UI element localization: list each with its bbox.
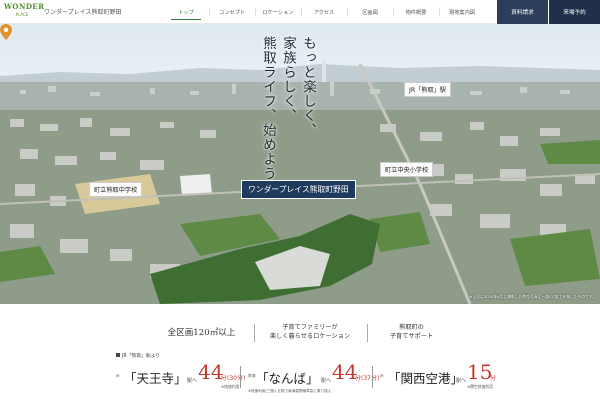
square-bullet-icon xyxy=(116,353,120,357)
label-jr-kumatori-station: JR「熊取」駅 xyxy=(404,82,452,97)
access-to-label: 駅へ xyxy=(321,378,332,384)
access-item-namba: 南海 「なんば」 駅へ 44 分(37分) ※快速利用/三国ヶ丘駅で南海高野線準… xyxy=(248,360,379,396)
access-to-label: 駅へ xyxy=(456,378,467,384)
feature-family-location-line1: 子育てファミリーが xyxy=(282,324,338,331)
document-request-button[interactable]: 資料請求 xyxy=(497,0,548,24)
feature-childcare-support: 熊取町の 子育てサポート xyxy=(369,319,454,345)
access-station-name: 「天王寺」 xyxy=(124,371,187,386)
access-line-prefix: 南海 xyxy=(248,373,256,378)
access-station-name: 「なんば」 xyxy=(256,371,319,386)
access-minutes: 44 xyxy=(332,360,358,384)
nav-concept[interactable]: コンセプト xyxy=(209,0,255,24)
divider xyxy=(367,324,368,342)
feature-strip: 全区画120㎡以上 子育てファミリーが 楽しく暮らせるロケーション 熊取町の 子… xyxy=(0,304,600,348)
feature-family-location: 子育てファミリーが 楽しく暮らせるロケーション xyxy=(255,319,365,345)
access-minutes: 44 xyxy=(198,360,224,384)
label-project-site: ワンダープレイス熊取町野田 xyxy=(241,180,356,199)
photo-disclaimer: ※上記は2020年6月に撮影した航空写真に一部CG加工を施したものです。 xyxy=(469,294,596,299)
divider xyxy=(372,366,373,388)
label-kumatori-junior-high: 町立熊取中学校 xyxy=(89,182,143,197)
access-line-prefix: JR xyxy=(380,373,384,378)
catchcopy-line-3: 熊取ライフ、始めよう。 xyxy=(260,36,276,196)
global-nav: トップ コンセプト ロケーション アクセス 区画図 物件概要 現地案内図 xyxy=(163,0,485,24)
site-logo[interactable]: WONDER PLACE xyxy=(4,2,45,22)
catchcopy-line-2: 家族らしく、 xyxy=(280,36,296,123)
nav-top[interactable]: トップ xyxy=(163,0,209,24)
feature-childcare-support-line2: 子育てサポート xyxy=(389,333,434,340)
access-note: ※快速利用 xyxy=(221,384,240,389)
nav-lot-plan[interactable]: 区画図 xyxy=(347,0,393,24)
divider xyxy=(240,366,241,388)
logo-sub: PLACE xyxy=(15,12,29,17)
access-item-kansai-airport: JR 「関西空港」 駅へ 15 分 ※関空快速利用 xyxy=(380,360,500,396)
hero-aerial-photo: もっと楽しく、 家族らしく、 熊取ライフ、始めよう。 JR「熊取」駅 町立中央小… xyxy=(0,24,600,304)
access-section: JR「熊取」駅より JR 「天王寺」 駅へ 44 分(30分) ※快速利用 南海… xyxy=(0,348,600,400)
access-line-prefix: JR xyxy=(116,373,120,378)
logo-mark: WONDER xyxy=(4,2,45,11)
feature-lot-size: 全区画120㎡以上 xyxy=(167,328,236,338)
visit-reservation-button[interactable]: 来場予約 xyxy=(549,0,600,24)
access-note: ※快速利用/三国ヶ丘駅で南海高野線準急に乗り換え xyxy=(248,389,332,393)
nav-site-map[interactable]: 現地案内図 xyxy=(439,0,485,24)
access-station-name: 「関西空港」 xyxy=(388,371,464,386)
catchcopy-line-1: もっと楽しく、 xyxy=(300,36,316,138)
nav-property-outline[interactable]: 物件概要 xyxy=(393,0,439,24)
access-heading: JR「熊取」駅より xyxy=(116,352,160,359)
location-pin-icon xyxy=(0,24,12,40)
label-central-elementary: 町立中央小学校 xyxy=(380,162,434,177)
site-header: WONDER PLACE ワンダープレイス熊取町野田 トップ コンセプト ロケー… xyxy=(0,0,600,24)
access-unit: 分 xyxy=(490,375,497,382)
feature-childcare-support-line1: 熊取町の xyxy=(399,324,424,331)
feature-family-location-line2: 楽しく暮らせるロケーション xyxy=(269,333,351,340)
access-unit: 分(30分) xyxy=(221,375,246,382)
access-to-label: 駅へ xyxy=(187,378,198,384)
nav-access[interactable]: アクセス xyxy=(301,0,347,24)
access-unit: 分(37分) xyxy=(355,375,380,382)
access-minutes: 15 xyxy=(467,360,493,384)
access-heading-text: JR「熊取」駅より xyxy=(122,354,161,359)
access-item-tennoji: JR 「天王寺」 駅へ 44 分(30分) ※快速利用 xyxy=(116,360,245,396)
site-name: ワンダープレイス熊取町野田 xyxy=(44,9,122,16)
access-note: ※関空快速利用 xyxy=(467,384,493,389)
nav-location[interactable]: ロケーション xyxy=(255,0,301,24)
